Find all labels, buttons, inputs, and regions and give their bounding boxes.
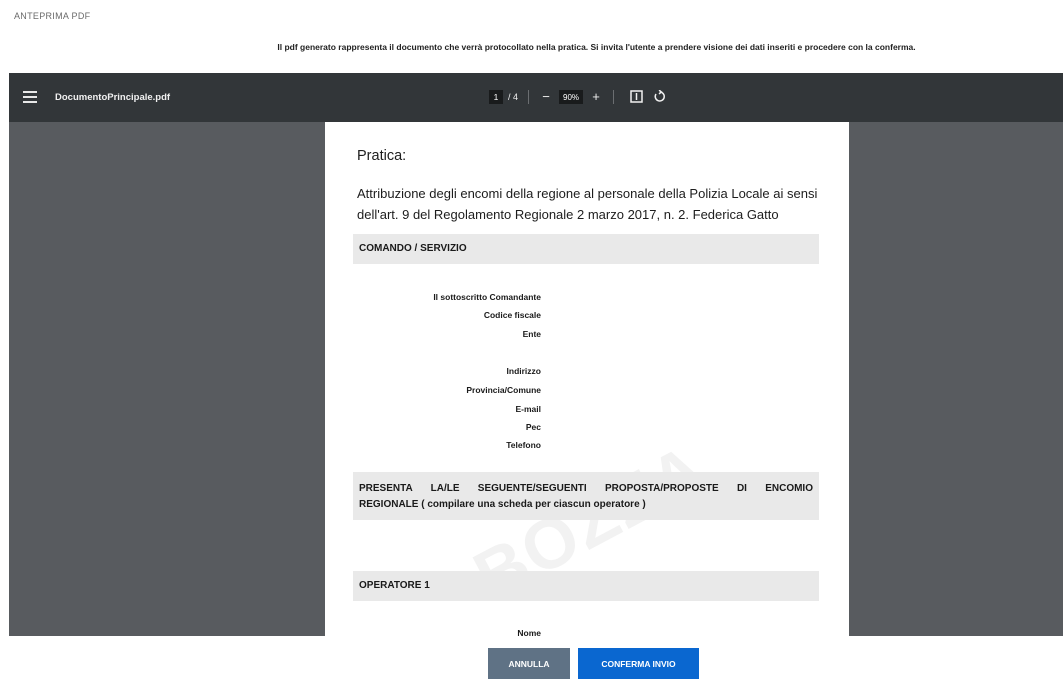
field-comandante: Il sottoscritto Comandante — [433, 292, 541, 302]
toolbar-divider — [528, 90, 530, 104]
minus-icon[interactable]: − — [539, 90, 553, 104]
field-nome: Nome — [517, 628, 541, 636]
file-name: DocumentoPrincipale.pdf — [55, 92, 171, 103]
pratica-title: Attribuzione degli encomi della regione … — [357, 186, 818, 222]
field-ente: Ente — [522, 329, 541, 339]
page-zoom-controls: / 4 − + — [489, 86, 666, 108]
field-email: E-mail — [515, 404, 541, 414]
rotate-icon[interactable] — [653, 88, 666, 105]
pdf-viewer[interactable]: DocumentoPrincipale.pdf / 4 − + BOZZA Pr… — [9, 73, 1063, 636]
field-pec: Pec — [525, 422, 541, 432]
zoom-input[interactable] — [559, 90, 584, 104]
fit-page-icon[interactable] — [630, 89, 643, 105]
field-telefono: Telefono — [506, 440, 541, 450]
section-presenta: PRESENTA LA/LE SEGUENTE/SEGUENTI PROPOST… — [353, 472, 819, 520]
plus-icon[interactable]: + — [589, 90, 603, 104]
section-presenta-line1: PRESENTA LA/LE SEGUENTE/SEGUENTI PROPOST… — [359, 483, 813, 494]
pratica-label: Pratica: — [357, 148, 407, 164]
toolbar-divider — [613, 90, 615, 104]
page-number-input[interactable] — [489, 90, 503, 104]
field-indirizzo: Indirizzo — [506, 366, 541, 376]
section-operatore: OPERATORE 1 — [353, 571, 819, 601]
field-provincia-comune: Provincia/Comune — [466, 385, 541, 395]
pdf-page: BOZZA Pratica: Attribuzione degli encomi… — [325, 122, 849, 636]
pdf-toolbar: DocumentoPrincipale.pdf / 4 − + — [9, 73, 1063, 122]
preview-notice: Il pdf generato rappresenta il documento… — [277, 42, 916, 52]
section-presenta-line2: REGIONALE ( compilare una scheda per cia… — [359, 499, 646, 510]
confirm-send-button[interactable]: CONFERMA INVIO — [578, 648, 699, 679]
section-comando-servizio: COMANDO / SERVIZIO — [353, 234, 819, 264]
menu-icon[interactable] — [23, 88, 37, 106]
total-pages: / 4 — [508, 92, 519, 102]
field-codice-fiscale: Codice fiscale — [483, 310, 541, 320]
page-title: ANTEPRIMA PDF — [14, 11, 91, 21]
cancel-button[interactable]: ANNULLA — [488, 648, 570, 679]
